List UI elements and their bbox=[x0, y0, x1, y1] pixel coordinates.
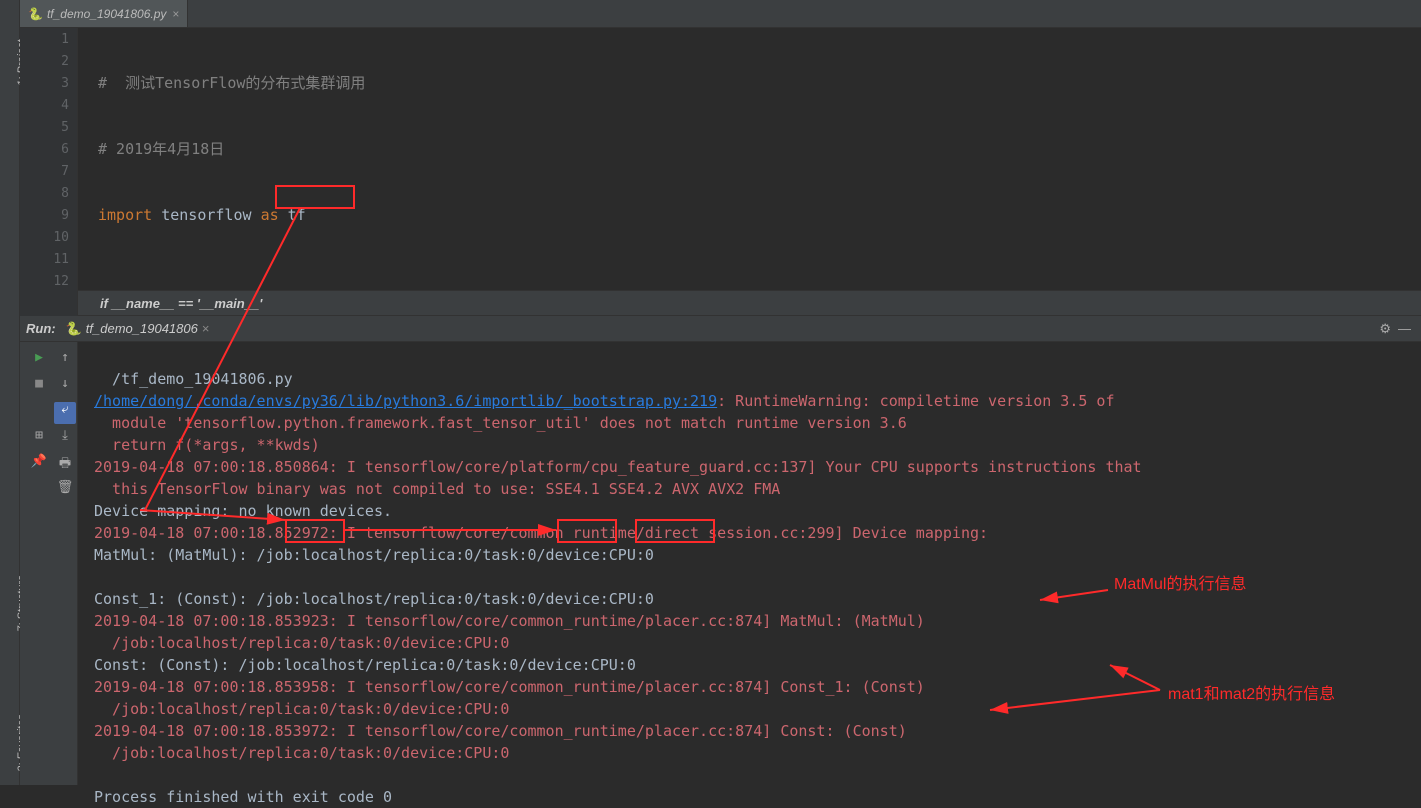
trash-icon[interactable]: 🗑 bbox=[54, 480, 76, 502]
line-number: 9 bbox=[61, 208, 69, 223]
stop-icon[interactable]: ■ bbox=[28, 376, 50, 398]
python-file-icon: 🐍 bbox=[66, 321, 82, 337]
console-line: Const: (Const): /job:localhost/replica:0… bbox=[94, 656, 636, 674]
line-number: 8 bbox=[61, 186, 69, 201]
hide-icon[interactable]: — bbox=[1398, 321, 1411, 336]
console-line: module 'tensorflow.python.framework.fast… bbox=[94, 414, 907, 432]
console-line: 2019-04-18 07:00:18.852972: I tensorflow… bbox=[94, 524, 988, 542]
down-icon[interactable]: ↓ bbox=[54, 376, 76, 398]
file-tab[interactable]: 🐍 tf_demo_19041806.py × bbox=[20, 0, 188, 27]
console-line: /job:localhost/replica:0/task:0/device:C… bbox=[94, 634, 509, 652]
line-number: 11 bbox=[53, 252, 69, 267]
code-text: import bbox=[98, 206, 152, 224]
console-line: /tf_demo_19041806.py bbox=[94, 370, 293, 388]
up-icon[interactable]: ↑ bbox=[54, 350, 76, 372]
code-text: tensorflow bbox=[161, 206, 260, 224]
fold-column bbox=[78, 28, 98, 316]
console-line: return f(*args, **kwds) bbox=[94, 436, 320, 454]
rerun-icon[interactable]: ▶ bbox=[28, 350, 50, 372]
line-number: 3 bbox=[61, 76, 69, 91]
console-output[interactable]: /tf_demo_19041806.py /home/dong/.conda/e… bbox=[78, 342, 1421, 785]
console-line: Device mapping: no known devices. bbox=[94, 502, 392, 520]
console-line: : RuntimeWarning: compiletime version 3.… bbox=[717, 392, 1114, 410]
run-config-name: tf_demo_19041806 bbox=[86, 321, 198, 336]
breadcrumb[interactable]: if __name__ == '__main__' bbox=[78, 290, 1421, 316]
console-line: /job:localhost/replica:0/task:0/device:C… bbox=[94, 744, 509, 762]
settings-icon[interactable]: ⚙ bbox=[1379, 321, 1391, 337]
console-link[interactable]: /home/dong/.conda/envs/py36/lib/python3.… bbox=[94, 392, 717, 410]
console-line: MatMul: (MatMul): /job:localhost/replica… bbox=[94, 546, 654, 564]
run-label: Run: bbox=[26, 321, 56, 336]
run-toolbar: ▶ ↑ ■ ↓ ⤶ ⊞ ⤓ 📌 🖶 🗑 bbox=[20, 342, 78, 785]
line-number: 7 bbox=[61, 164, 69, 179]
code-text: as bbox=[261, 206, 288, 224]
breadcrumb-text: if __name__ == '__main__' bbox=[100, 296, 262, 311]
line-number: 5 bbox=[61, 120, 69, 135]
line-number: 6 bbox=[61, 142, 69, 157]
line-number: 12 bbox=[53, 274, 69, 289]
line-number: 1 bbox=[61, 32, 69, 47]
close-tab-icon[interactable]: × bbox=[172, 7, 179, 21]
console-line: 2019-04-18 07:00:18.853958: I tensorflow… bbox=[94, 678, 925, 696]
code-text: # 测试TensorFlow的分布式集群调用 bbox=[98, 74, 365, 92]
pin-icon[interactable]: 📌 bbox=[28, 454, 50, 476]
code-editor[interactable]: # 测试TensorFlow的分布式集群调用 # 2019年4月18日 impo… bbox=[98, 28, 1421, 290]
line-number-gutter: 1 2 3 4 5 ▶ 6 7 8 9 10 11 12 bbox=[20, 28, 78, 316]
editor-tab-bar: 🐍 tf_demo_19041806.py × bbox=[20, 0, 1421, 28]
console-line: Const_1: (Const): /job:localhost/replica… bbox=[94, 590, 654, 608]
console-line: 2019-04-18 07:00:18.850864: I tensorflow… bbox=[94, 458, 1142, 476]
line-number: 4 bbox=[61, 98, 69, 113]
run-tool-header: Run: 🐍 tf_demo_19041806 × ⚙ — bbox=[20, 316, 1421, 342]
console-line: /job:localhost/replica:0/task:0/device:C… bbox=[94, 700, 509, 718]
console-line: this TensorFlow binary was not compiled … bbox=[94, 480, 780, 498]
layout-icon[interactable]: ⊞ bbox=[28, 428, 50, 450]
console-line: 2019-04-18 07:00:18.853923: I tensorflow… bbox=[94, 612, 925, 630]
file-tab-label: tf_demo_19041806.py bbox=[47, 7, 166, 21]
tool-window-bar-left: 1: Project 7: Structure 2: Favorites bbox=[0, 0, 20, 785]
soft-wrap-icon[interactable]: ⤶ bbox=[54, 402, 76, 424]
code-text: tf bbox=[288, 206, 306, 224]
console-line: 2019-04-18 07:00:18.853972: I tensorflow… bbox=[94, 722, 907, 740]
scroll-to-end-icon[interactable]: ⤓ bbox=[54, 428, 76, 450]
line-number: 10 bbox=[53, 230, 69, 245]
console-line: Process finished with exit code 0 bbox=[94, 788, 392, 806]
print-icon[interactable]: 🖶 bbox=[54, 454, 76, 476]
python-file-icon: 🐍 bbox=[28, 7, 43, 21]
code-text: # 2019年4月18日 bbox=[98, 140, 224, 158]
line-number: 2 bbox=[61, 54, 69, 69]
